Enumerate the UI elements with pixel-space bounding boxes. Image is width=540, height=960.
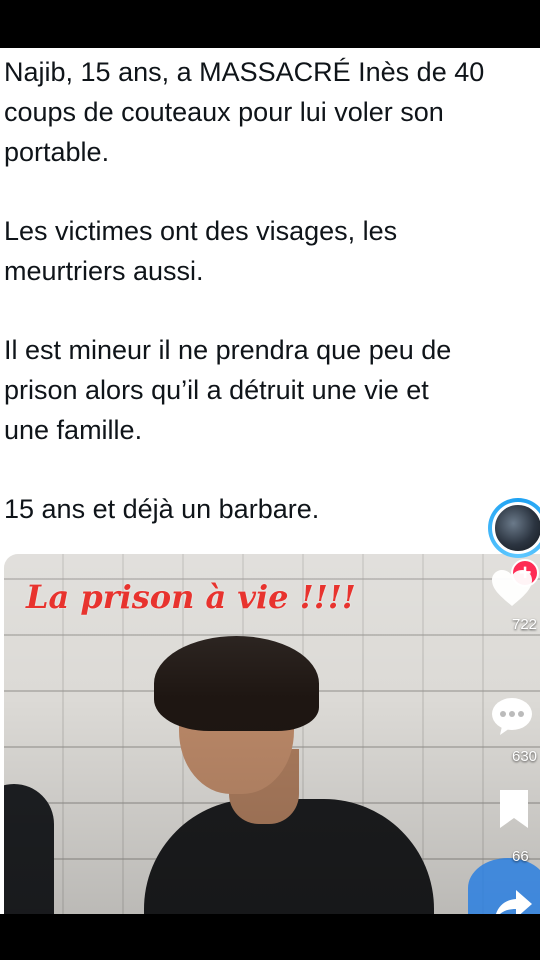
comment-button[interactable]: 630 — [490, 696, 540, 765]
tweet-line: Les victimes ont des visages, les — [4, 216, 398, 246]
comment-icon — [492, 698, 532, 735]
tweet-line: coups de couteaux pour lui voler son — [4, 97, 444, 127]
creator-avatar[interactable] — [488, 498, 540, 558]
video-player[interactable]: La prison à vie !!!! — [4, 554, 540, 914]
tweet-line: prison alors qu’il a détruit une vie et — [4, 375, 429, 405]
tweet-text: Najib, 15 ans, a MASSACRÉ Inès de 40 cou… — [4, 52, 540, 529]
tweet-line: 15 ans et déjà un barbare. — [4, 494, 320, 524]
save-count: 66 — [512, 848, 529, 865]
bottom-black-bar — [0, 914, 540, 960]
tweet-line: portable. — [4, 137, 110, 167]
tweet-line: une famille. — [4, 415, 143, 445]
tweet-line: Najib, 15 ans, a MASSACRÉ Inès de 40 — [4, 57, 485, 87]
like-button[interactable]: 722 — [490, 568, 540, 633]
screen-content: Najib, 15 ans, a MASSACRÉ Inès de 40 cou… — [0, 48, 540, 914]
like-count: 722 — [512, 616, 538, 633]
avatar-image — [492, 502, 540, 554]
heart-icon — [492, 570, 532, 606]
tweet-line: Il est mineur il ne prendra que peu de — [4, 335, 452, 365]
share-button[interactable]: 181 — [490, 886, 540, 914]
video-caption: La prison à vie !!!! — [26, 578, 356, 616]
comment-count: 630 — [512, 748, 538, 765]
tweet-line: meurtriers aussi. — [4, 256, 204, 286]
top-black-bar — [0, 0, 540, 48]
share-icon — [495, 890, 532, 914]
bookmark-icon — [500, 790, 528, 828]
save-button[interactable]: 66 — [490, 786, 540, 865]
